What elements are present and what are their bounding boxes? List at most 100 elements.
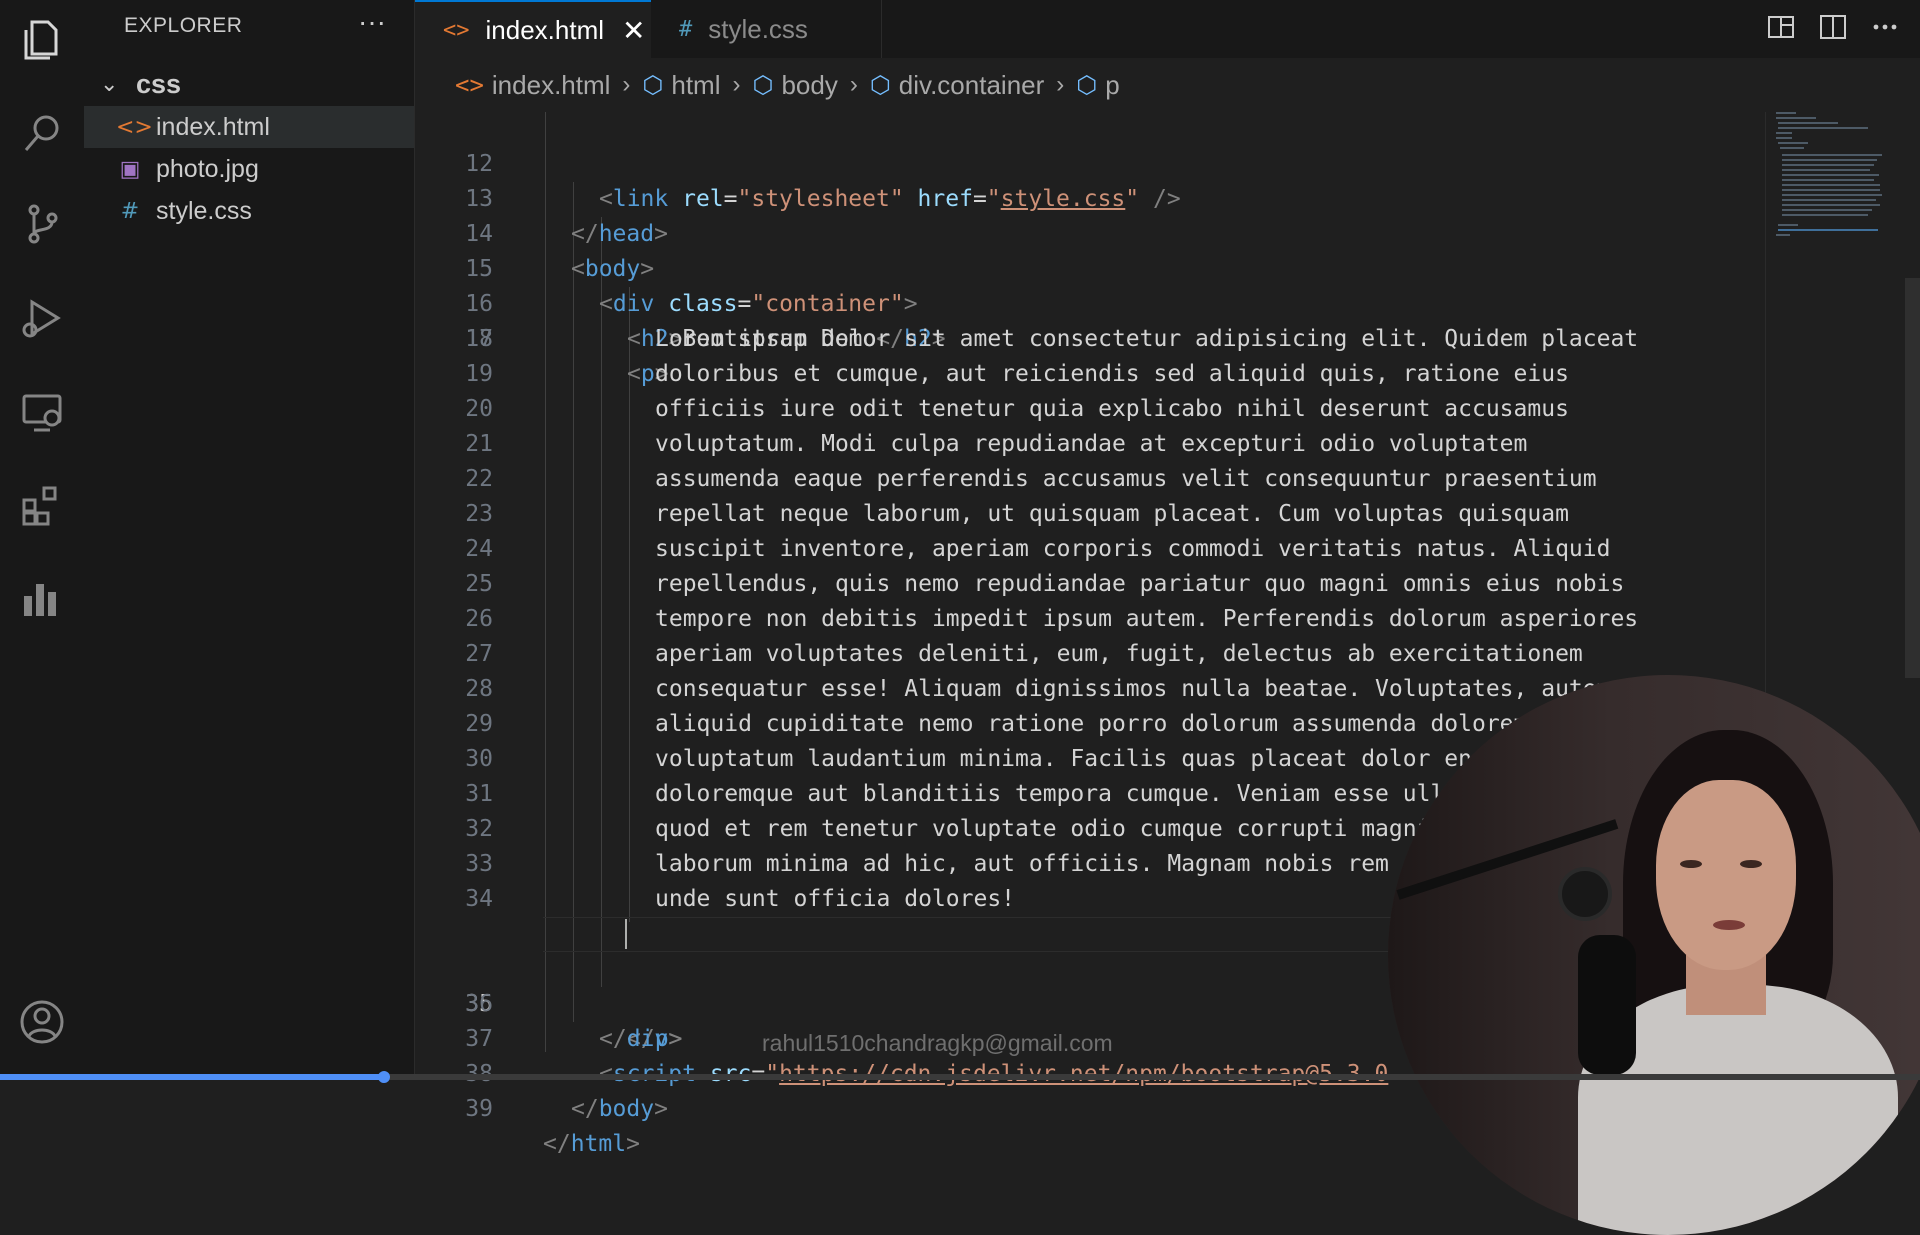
folder-css[interactable]: ⌄ css [84,64,414,104]
paragraph-text: voluptatum. Modi culpa repudiandae at ex… [655,431,1528,457]
chevron-right-icon: › [849,71,858,98]
explorer-sidebar: EXPLORER ··· ⌄ css <> index.html ▣ photo… [84,0,415,1080]
file-label: style.css [156,196,252,225]
line-number: 27 [465,641,493,667]
paragraph-text: quod et rem tenetur voluptate odio cumqu… [655,816,1431,842]
breadcrumb: <> index.html › ⬡ html › ⬡ body › ⬡ div.… [415,58,1920,112]
search-icon[interactable] [14,106,70,162]
text-caret [625,919,627,949]
line-number: 31 [465,781,493,807]
paragraph-text: repellat neque laborum, ut quisquam plac… [655,501,1569,527]
more-actions-icon[interactable] [1870,12,1900,49]
file-item-index-html[interactable]: <> index.html [84,106,414,148]
line-number: 29 [465,711,493,737]
line-number: 30 [465,746,493,772]
breadcrumb-html[interactable]: ⬡ html [642,70,720,101]
tab-label: index.html [485,14,605,45]
css-file-icon: # [120,198,140,224]
line-number: 33 [465,851,493,877]
tab-style-css[interactable]: # style.css [651,0,882,58]
file-item-photo-jpg[interactable]: ▣ photo.jpg [84,148,414,190]
cube-icon: ⬡ [1076,71,1098,99]
remote-explorer-icon[interactable] [14,384,70,440]
html-file-icon: <> [455,71,484,99]
code-line: 14 <body> [415,182,1765,282]
extensions-icon[interactable] [14,476,70,532]
chevron-right-icon: › [622,71,631,98]
paragraph-text: aperiam voluptates deleniti, eum, fugit,… [655,641,1583,667]
code-line: 23 repellat neque laborum, ut quisquam pl… [415,497,1765,532]
code-line: 12 <link rel="stylesheet" href="style.cs… [415,112,1765,212]
paragraph-text: doloremque aut blanditiis tempora cumque… [655,781,1445,807]
code-line: 20 officiis iure odit tenetur quia explic… [415,392,1765,427]
breadcrumb-file[interactable]: <> index.html [455,70,610,101]
paragraph-text: doloribus et cumque, aut reiciendis sed … [655,361,1569,387]
line-number: 22 [465,466,493,492]
tab-bar: <> index.html ✕ # style.css [415,0,1920,58]
paragraph-text: repellendus, quis nemo repudiandae paria… [655,571,1625,597]
account-icon[interactable] [14,994,70,1050]
cube-icon: ⬡ [752,71,774,99]
code-line: 16 <h2>Bootstrap Demo</h2> [415,252,1765,352]
paragraph-text: officiis iure odit tenetur quia explicab… [655,396,1569,422]
cube-icon: ⬡ [869,71,891,99]
line-number: 20 [465,396,493,422]
code-line: 27 aperiam voluptates deleniti, eum, fugi… [415,637,1765,672]
more-actions-icon[interactable]: ··· [358,6,386,38]
tab-label: style.css [708,13,808,44]
breadcrumb-body[interactable]: ⬡ body [752,70,837,101]
line-number: 34 [465,886,493,912]
line-number: 24 [465,536,493,562]
line-number: 23 [465,501,493,527]
email-watermark: rahul1510chandragkp@gmail.com [762,1030,1113,1056]
folder-label: css [136,68,182,99]
vertical-scrollbar[interactable] [1905,278,1920,678]
cube-icon: ⬡ [642,71,664,99]
progress-fill [0,1074,384,1080]
source-control-icon[interactable] [14,196,70,252]
breadcrumb-file-label: index.html [491,69,611,100]
paragraph-text: assumenda eaque perferendis accusamus ve… [655,466,1597,492]
open-preview-icon[interactable] [1766,12,1796,49]
line-number: 18 [465,326,493,352]
line-number: 26 [465,606,493,632]
paragraph-text: suscipit inventore, aperiam corporis com… [655,536,1611,562]
line-number: 28 [465,676,493,702]
chevron-right-icon: › [1056,71,1065,98]
breadcrumb-p[interactable]: ⬡ p [1076,70,1119,101]
code-line: 24 suscipit inventore, aperiam corporis c… [415,532,1765,567]
files-icon[interactable] [14,12,70,68]
paragraph-text: unde sunt officia dolores! [655,886,1016,912]
video-progress-bar[interactable] [0,1071,1920,1083]
chevron-right-icon: › [732,71,741,98]
tab-index-html[interactable]: <> index.html ✕ [415,0,651,58]
code-line: 21 voluptatum. Modi culpa repudiandae at … [415,427,1765,462]
webcam-overlay [1388,675,1920,1235]
editor-actions [1766,12,1900,49]
line-number: 19 [465,361,493,387]
breadcrumb-label: html [671,69,721,100]
code-line: 18 Lorem ipsum dolor sit amet consectetur… [415,322,1765,357]
activity-bar [0,0,85,1080]
code-line: 17 <p> [415,287,1765,387]
css-file-icon: # [679,16,693,42]
chart-icon[interactable] [14,570,70,626]
file-item-style-css[interactable]: # style.css [84,190,414,232]
breadcrumb-div-container[interactable]: ⬡ div.container [870,70,1044,101]
line-number: 25 [465,571,493,597]
breadcrumb-label: p [1105,69,1120,100]
run-debug-icon[interactable] [14,290,70,346]
progress-knob[interactable] [378,1071,390,1083]
code-line: 13 </head> [415,147,1765,247]
line-number: 21 [465,431,493,457]
explorer-title: EXPLORER [124,14,243,37]
html-file-icon: <> [116,114,153,140]
file-label: photo.jpg [156,154,259,183]
close-icon[interactable]: ✕ [622,14,645,47]
paragraph-text: tempore non debitis impedit ipsum autem.… [655,606,1639,632]
html-file-icon: <> [443,17,470,43]
code-line: 26 tempore non debitis impedit ipsum aute… [415,602,1765,637]
split-editor-icon[interactable] [1818,12,1848,49]
paragraph-text: laborum minima ad hic, aut officiis. Mag… [655,851,1389,877]
code-line: 15 <div class="container"> [415,217,1765,317]
